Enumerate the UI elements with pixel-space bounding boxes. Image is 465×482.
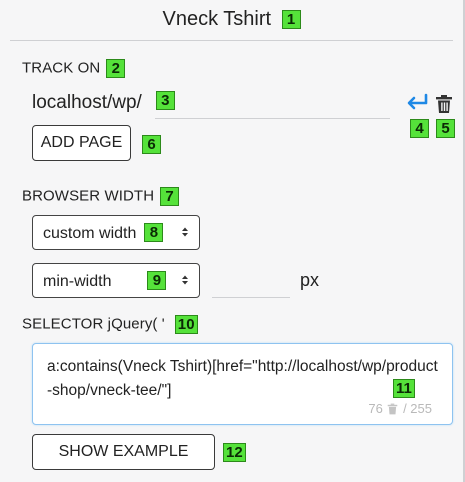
mini-trash-icon[interactable] [387, 403, 398, 415]
trash-icon[interactable] [435, 94, 453, 114]
label-badge-6: 6 [142, 135, 161, 154]
show-example-button[interactable]: SHOW EXAMPLE [32, 434, 215, 470]
page-title: Vneck Tshirt [162, 8, 272, 30]
label-badge-8: 8 [144, 223, 164, 242]
label-badge-1: 1 [281, 10, 301, 29]
min-max-value: min-width 9 [43, 271, 167, 291]
label-badge-4: 4 [410, 119, 429, 138]
label-badge-7: 7 [160, 187, 180, 206]
label-badge-12: 12 [223, 443, 246, 462]
selector-text: SELECTOR jQuery( ' [22, 315, 165, 333]
browser-width-text: BROWSER WIDTH [22, 187, 155, 205]
min-max-select[interactable]: min-width 9 [32, 263, 200, 298]
px-input[interactable] [212, 297, 290, 298]
tracked-url-field[interactable]: localhost/wp/3 [32, 91, 175, 114]
selector-textarea[interactable]: a:contains(Vneck Tshirt)[href="http://lo… [32, 343, 453, 425]
track-on-text: TRACK ON [22, 59, 101, 77]
label-badge-9: 9 [147, 271, 167, 290]
tracked-url-value: localhost/wp/ [32, 92, 142, 113]
char-count: 76 [368, 401, 383, 416]
label-badge-10: 10 [174, 315, 198, 334]
select-arrows-icon [182, 227, 188, 237]
label-badge-5: 5 [436, 119, 455, 138]
url-input-underline [155, 118, 390, 119]
selector-value: a:contains(Vneck Tshirt)[href="http://lo… [47, 358, 438, 399]
track-on-label: TRACK ON 2 [22, 59, 126, 78]
char-max: / 255 [403, 401, 432, 416]
return-icon[interactable] [404, 93, 430, 113]
header-divider [10, 40, 453, 41]
settings-panel: Vneck Tshirt 1 TRACK ON 2 localhost/wp/3 … [0, 0, 465, 482]
width-mode-select[interactable]: custom width 8 [32, 215, 200, 250]
title-row: Vneck Tshirt 1 [0, 8, 463, 31]
label-badge-2: 2 [106, 59, 126, 78]
px-unit-label: px [300, 270, 320, 290]
label-badge-3: 3 [155, 91, 175, 110]
browser-width-label: BROWSER WIDTH 7 [22, 187, 180, 206]
label-badge-11: 11 [393, 379, 415, 398]
selector-label: SELECTOR jQuery( ' 10 [22, 315, 198, 334]
select-arrows-icon [182, 275, 188, 285]
width-mode-value: custom width 8 [43, 223, 164, 243]
char-counter: 76 / 255 [368, 401, 432, 416]
add-page-button[interactable]: ADD PAGE [32, 125, 131, 161]
